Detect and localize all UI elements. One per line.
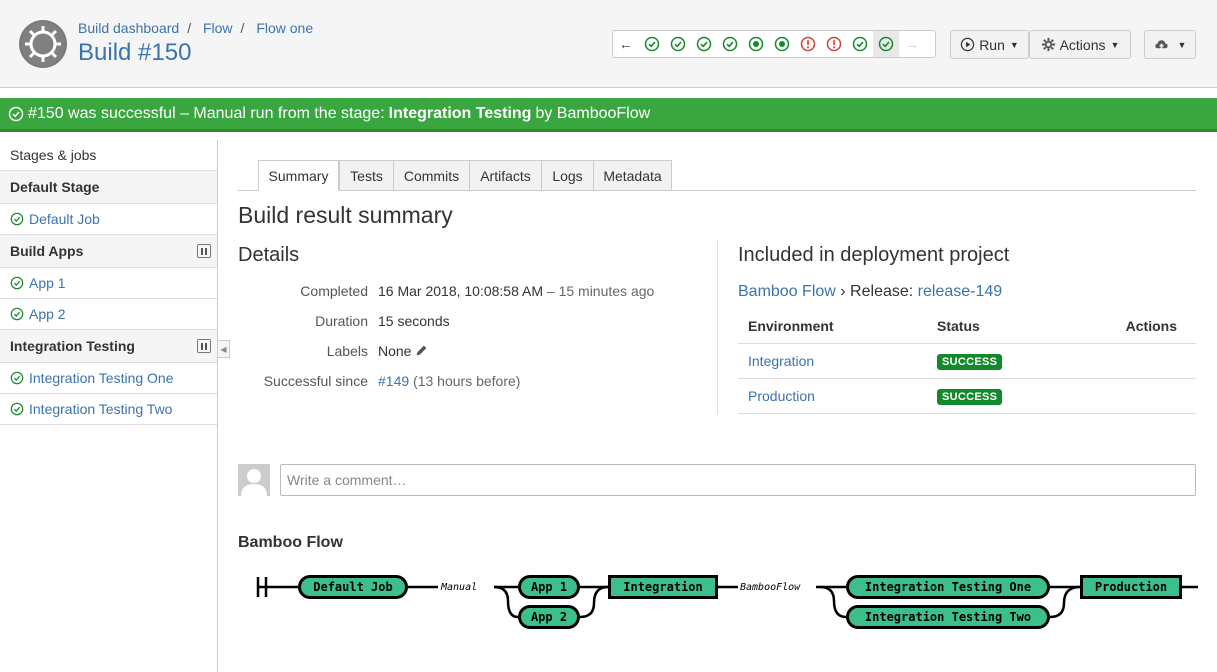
- completed-value: 16 Mar 2018, 10:08:58 AM – 15 minutes ag…: [378, 283, 655, 299]
- check-circle-icon: [8, 106, 24, 121]
- flow-node-integration-testing-one[interactable]: Integration Testing One: [846, 575, 1050, 599]
- sidebar-collapse-handle[interactable]: ◀: [218, 340, 230, 358]
- build-tabs: Summary Tests Commits Artifacts Logs Met…: [238, 160, 1196, 191]
- deployment-title: Included in deployment project: [738, 244, 1010, 266]
- check-circle-icon: [10, 402, 24, 416]
- since-build-link[interactable]: #149: [378, 373, 409, 389]
- check-circle-icon[interactable]: [873, 31, 899, 57]
- labels-value: None: [378, 343, 428, 359]
- tab-summary[interactable]: Summary: [258, 160, 339, 191]
- tab-commits[interactable]: Commits: [393, 160, 470, 191]
- breadcrumb-flow[interactable]: Flow: [203, 20, 233, 36]
- duration-value: 15 seconds: [378, 313, 450, 329]
- build-status-banner: #150 was successful – Manual run from th…: [0, 98, 1217, 132]
- job-app-2[interactable]: App 2: [0, 299, 217, 330]
- since-label: Successful since: [263, 373, 368, 389]
- manual-stage-icon: [197, 244, 211, 258]
- flow-node-integration[interactable]: Integration: [608, 575, 718, 599]
- pencil-icon[interactable]: [415, 344, 428, 357]
- build-history-nav: ← →: [612, 30, 936, 58]
- since-value: #149 (13 hours before): [378, 373, 521, 389]
- check-circle-icon: [10, 307, 24, 321]
- check-circle-icon[interactable]: [665, 31, 691, 57]
- tab-tests[interactable]: Tests: [339, 160, 394, 191]
- column-header-actions: Actions: [1125, 318, 1177, 334]
- chevron-down-icon: ▼: [1009, 39, 1019, 50]
- tab-artifacts[interactable]: Artifacts: [469, 160, 542, 191]
- check-circle-icon[interactable]: [847, 31, 873, 57]
- labels-label[interactable]: Labels: [238, 343, 368, 359]
- check-circle-icon: [10, 276, 24, 290]
- flow-node-production[interactable]: Production: [1080, 575, 1182, 599]
- page-header: Build dashboard / Flow / Flow one Build #1…: [0, 0, 1217, 88]
- flow-node-integration-testing-two[interactable]: Integration Testing Two: [846, 605, 1050, 629]
- duration-label: Duration: [315, 313, 368, 329]
- record-circle-icon[interactable]: [769, 31, 795, 57]
- column-header-environment: Environment: [748, 318, 834, 334]
- avatar: [238, 464, 270, 496]
- column-header-status: Status: [937, 318, 980, 334]
- cloud-upload-icon: [1154, 40, 1168, 51]
- deployment-project-link[interactable]: Bamboo Flow: [738, 283, 836, 300]
- play-icon: [960, 37, 975, 52]
- environment-production-link[interactable]: Production: [748, 388, 815, 404]
- arrow-left-icon[interactable]: ←: [613, 36, 639, 52]
- tab-logs[interactable]: Logs: [541, 160, 594, 191]
- user-icon: [238, 464, 270, 496]
- check-circle-icon: [10, 371, 24, 385]
- deployment-release-line: Bamboo Flow › Release: release-149: [738, 283, 1003, 300]
- gear-icon: [1041, 37, 1055, 52]
- comment-input[interactable]: Write a comment…: [280, 464, 1196, 496]
- banner-stage: Integration Testing: [388, 104, 532, 122]
- flow-node-app-2[interactable]: App 2: [518, 605, 580, 629]
- completed-label: Completed: [300, 283, 368, 299]
- sidebar-heading: Stages & jobs: [0, 140, 217, 171]
- job-integration-testing-two[interactable]: Integration Testing Two: [0, 394, 217, 425]
- job-default-job[interactable]: Default Job: [0, 204, 217, 235]
- job-integration-testing-one[interactable]: Integration Testing One: [0, 363, 217, 394]
- check-circle-icon[interactable]: [639, 31, 665, 57]
- check-circle-icon[interactable]: [717, 31, 743, 57]
- flow-node-default-job[interactable]: Default Job: [298, 575, 408, 599]
- column-divider: [717, 240, 718, 414]
- check-circle-icon: [10, 212, 24, 226]
- flow-title: Bamboo Flow: [238, 534, 343, 551]
- status-badge: SUCCESS: [937, 354, 1003, 370]
- banner-prefix: #150 was successful – Manual run from th…: [28, 104, 385, 122]
- tab-metadata[interactable]: Metadata: [593, 160, 672, 191]
- stage-default-stage: Default Stage: [0, 171, 217, 204]
- flow-edge-label-bambooflow: BambooFlow: [740, 582, 801, 593]
- error-circle-icon[interactable]: [821, 31, 847, 57]
- page-title: Build #150: [78, 39, 192, 66]
- banner-suffix: by BambooFlow: [535, 104, 651, 122]
- release-link[interactable]: release-149: [918, 283, 1003, 300]
- breadcrumb-build-dashboard[interactable]: Build dashboard: [78, 20, 179, 36]
- flow-node-app-1[interactable]: App 1: [518, 575, 580, 599]
- cloud-upload-button[interactable]: ▼: [1144, 30, 1196, 59]
- run-button[interactable]: Run ▼: [950, 30, 1029, 59]
- status-badge: SUCCESS: [937, 389, 1003, 405]
- summary-title: Build result summary: [238, 202, 453, 228]
- actions-button[interactable]: Actions ▼: [1029, 30, 1131, 59]
- breadcrumb: Build dashboard / Flow / Flow one: [78, 20, 314, 36]
- breadcrumb-flow-one[interactable]: Flow one: [256, 20, 313, 36]
- details-title: Details: [238, 244, 300, 266]
- environment-integration-link[interactable]: Integration: [748, 353, 814, 369]
- error-circle-icon[interactable]: [795, 31, 821, 57]
- manual-stage-icon: [197, 339, 211, 353]
- chevron-down-icon: ▼: [1177, 39, 1187, 50]
- stage-integration-testing: Integration Testing: [0, 330, 217, 363]
- stage-build-apps: Build Apps: [0, 235, 217, 268]
- bamboo-logo[interactable]: [19, 20, 67, 68]
- flow-edge-label-manual: Manual: [441, 582, 478, 593]
- stages-jobs-sidebar: Stages & jobs Default Stage Default Job …: [0, 140, 218, 672]
- record-circle-icon[interactable]: [743, 31, 769, 57]
- chevron-down-icon: ▼: [1110, 39, 1120, 50]
- job-app-1[interactable]: App 1: [0, 268, 217, 299]
- arrow-right-icon[interactable]: →: [899, 36, 925, 52]
- check-circle-icon[interactable]: [691, 31, 717, 57]
